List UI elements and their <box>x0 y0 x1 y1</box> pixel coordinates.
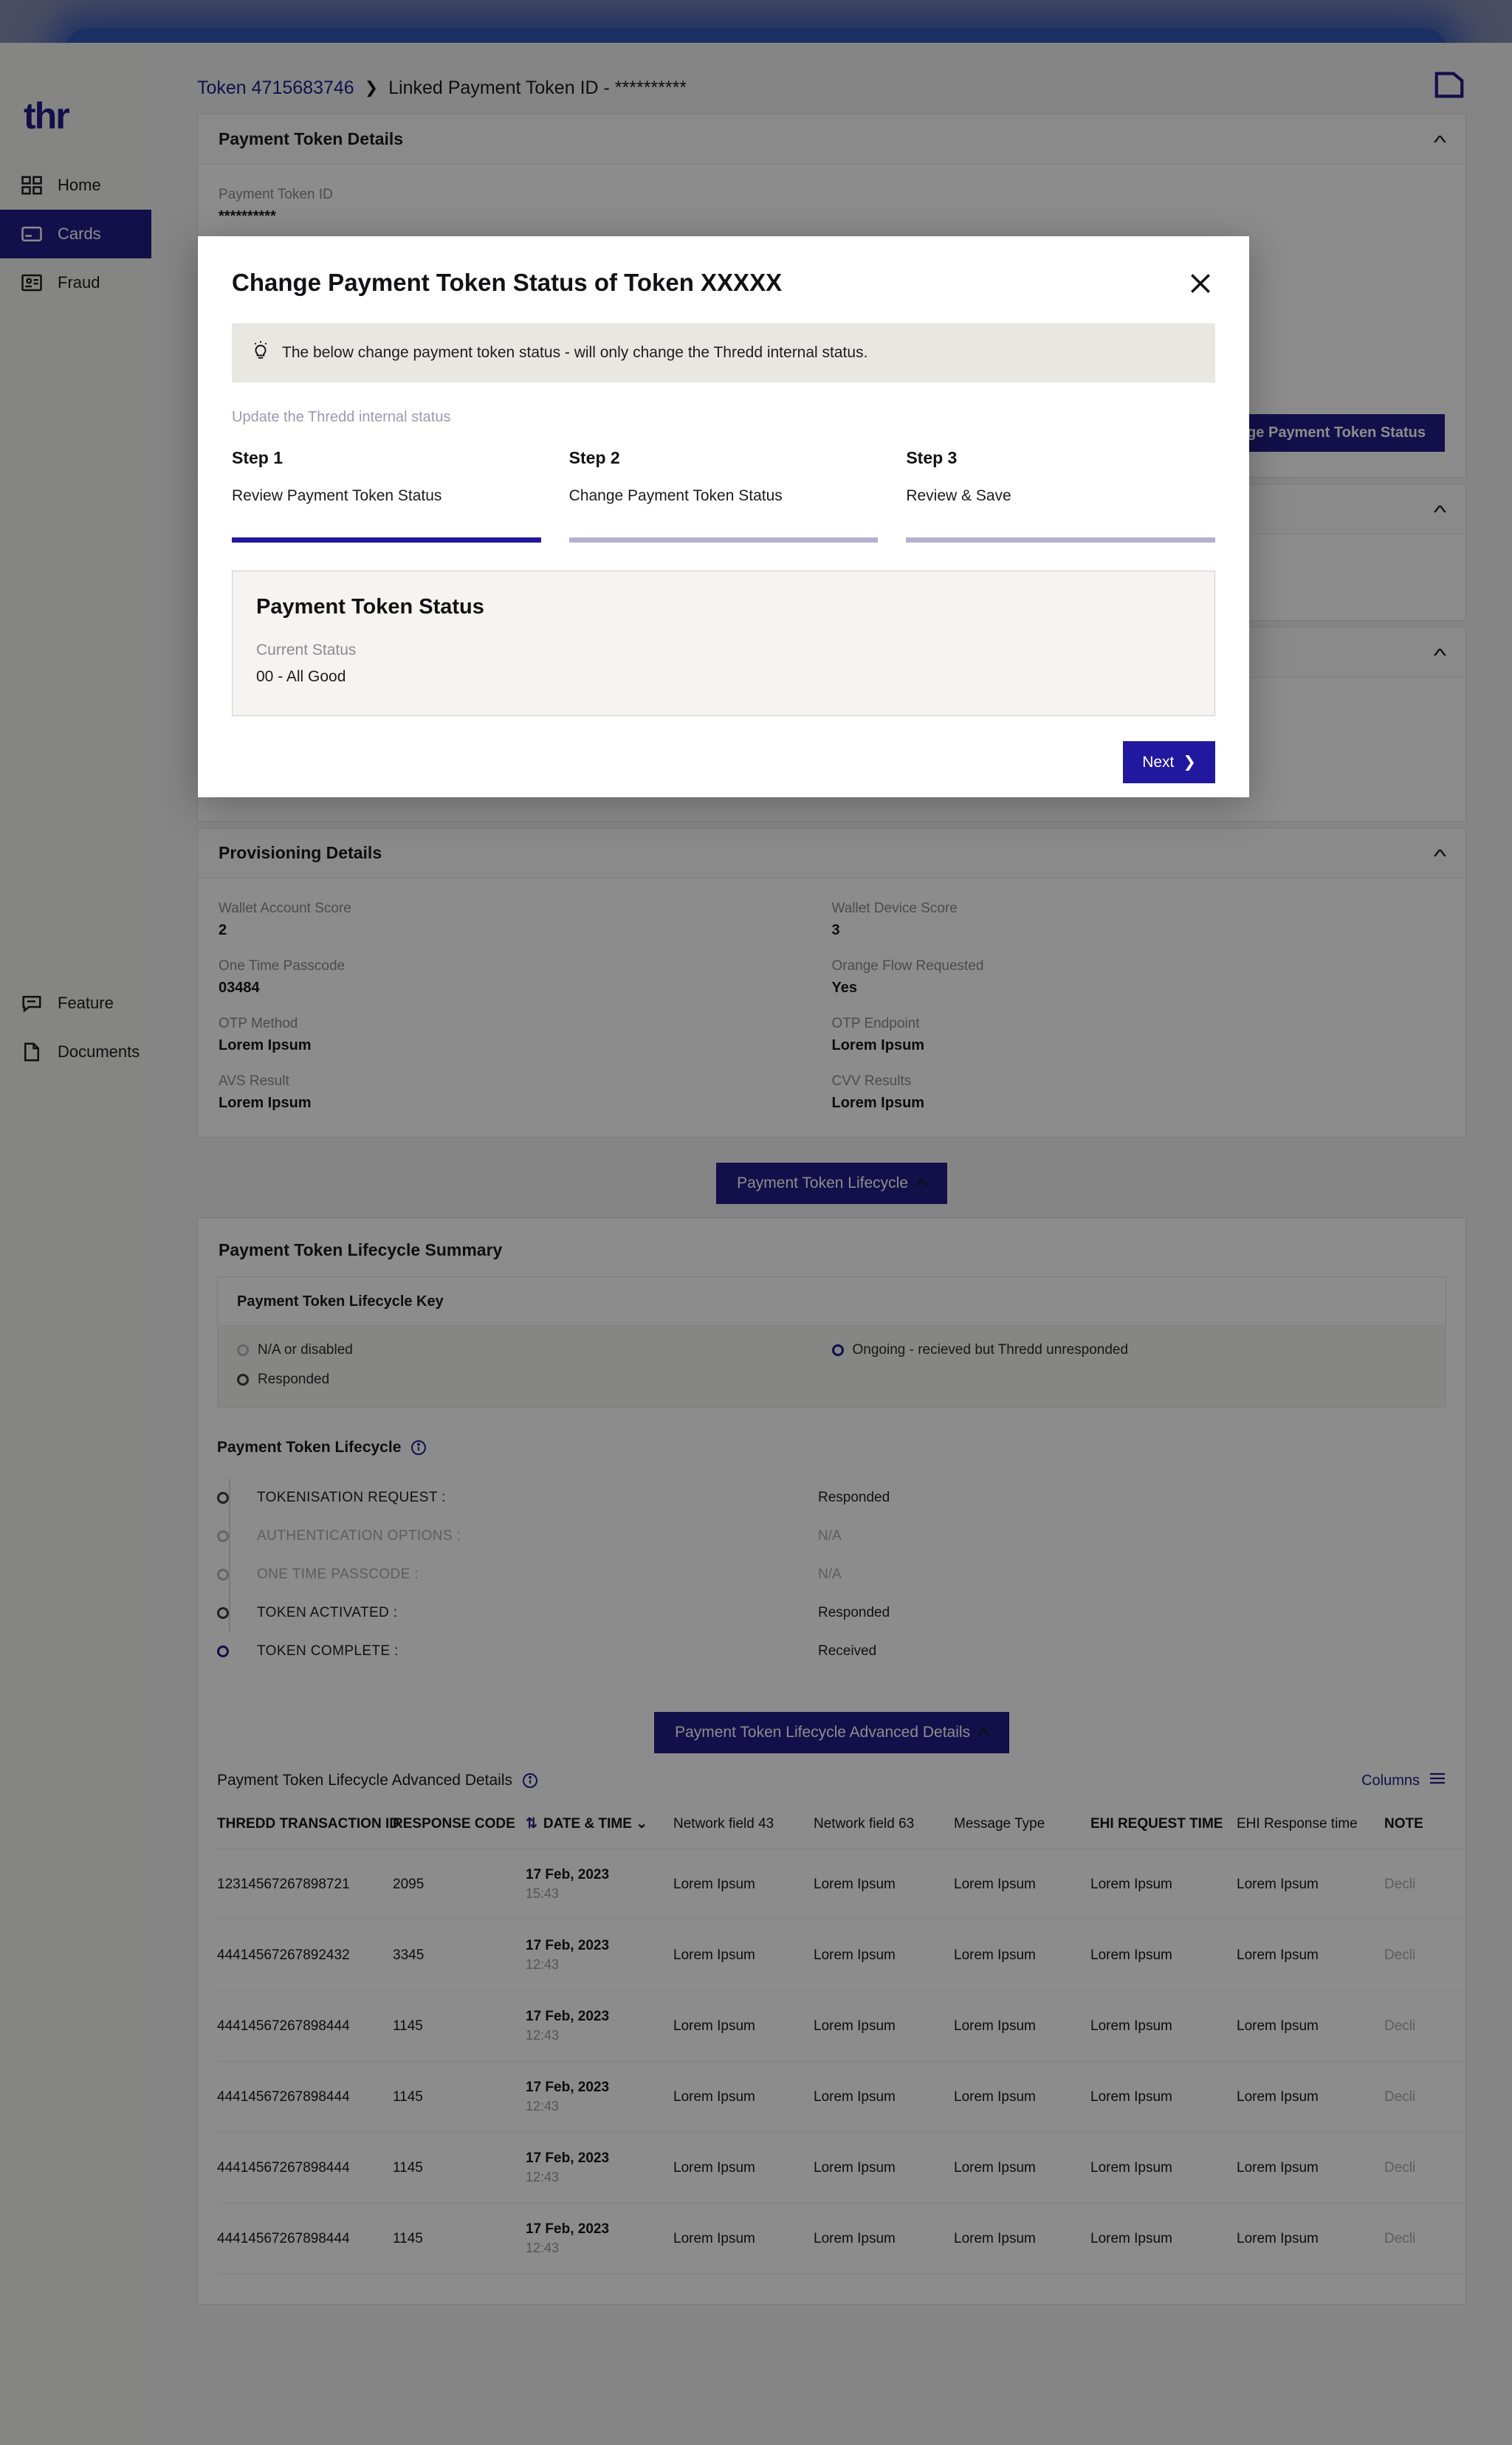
step-progress-bar <box>232 537 541 543</box>
modal-header: Change Payment Token Status of Token XXX… <box>232 269 1215 298</box>
step-number: Step 2 <box>569 448 879 468</box>
step-number: Step 3 <box>906 448 1215 468</box>
modal-footer: Next ❯ <box>232 741 1215 783</box>
status-card-title: Payment Token Status <box>256 595 1191 619</box>
step-1: Step 1 Review Payment Token Status <box>232 448 541 543</box>
chevron-right-icon: ❯ <box>1183 753 1196 771</box>
step-progress-bar <box>569 537 879 543</box>
current-status-label: Current Status <box>256 642 1191 659</box>
step-3: Step 3 Review & Save <box>906 448 1215 543</box>
modal-steps: Step 1 Review Payment Token Status Step … <box>232 448 1215 543</box>
lightbulb-icon <box>251 340 270 366</box>
next-button[interactable]: Next ❯ <box>1123 741 1215 783</box>
next-label: Next <box>1142 754 1174 771</box>
step-label: Review & Save <box>906 487 1215 505</box>
step-number: Step 1 <box>232 448 541 468</box>
close-icon[interactable] <box>1186 269 1215 298</box>
change-payment-token-status-modal: Change Payment Token Status of Token XXX… <box>198 236 1249 797</box>
modal-title: Change Payment Token Status of Token XXX… <box>232 269 782 297</box>
modal-tip-banner: The below change payment token status - … <box>232 323 1215 382</box>
step-label: Review Payment Token Status <box>232 487 541 505</box>
modal-hint: Update the Thredd internal status <box>232 409 1215 426</box>
payment-token-status-card: Payment Token Status Current Status 00 -… <box>232 571 1215 716</box>
step-progress-bar <box>906 537 1215 543</box>
modal-tip-text: The below change payment token status - … <box>282 344 867 362</box>
step-2: Step 2 Change Payment Token Status <box>569 448 879 543</box>
current-status-value: 00 - All Good <box>256 668 1191 686</box>
app-window: thr Home Cards <box>0 43 1512 2445</box>
step-label: Change Payment Token Status <box>569 487 879 505</box>
